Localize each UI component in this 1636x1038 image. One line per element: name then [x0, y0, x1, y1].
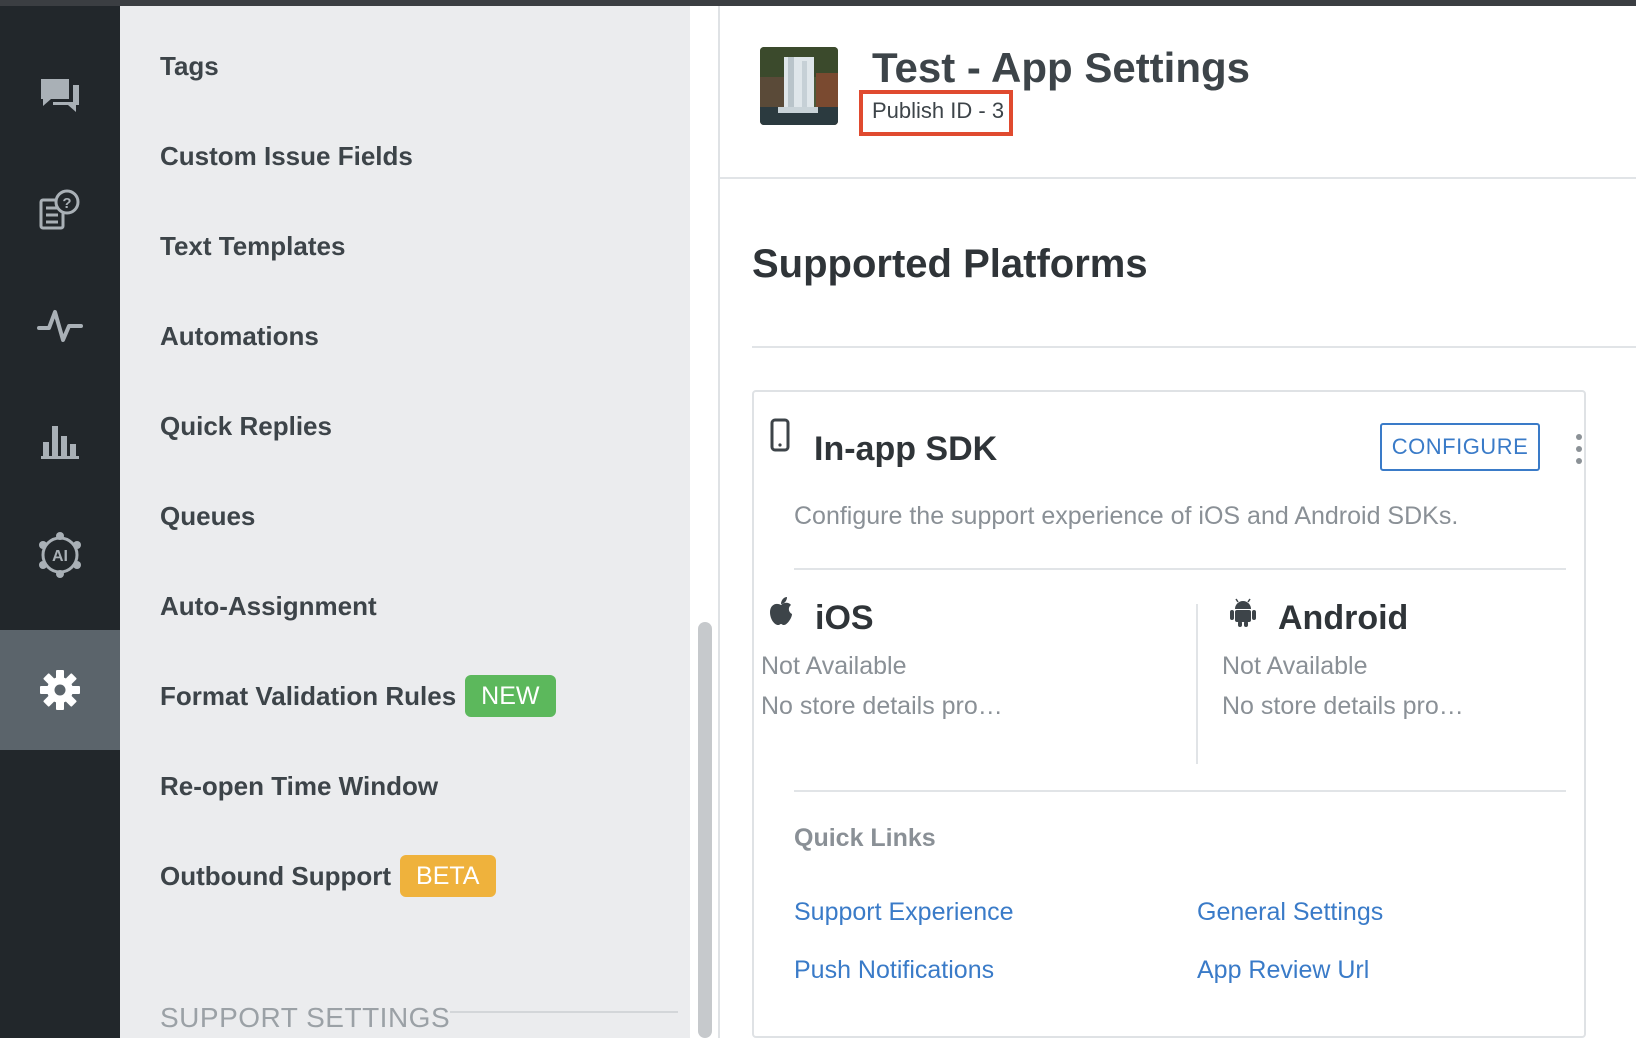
menu-item-tags[interactable]: Tags [160, 46, 219, 86]
card-divider [794, 568, 1566, 570]
link-push-notifications[interactable]: Push Notifications [794, 956, 994, 985]
ios-status: Not Available [761, 652, 907, 680]
analytics-icon [41, 426, 79, 459]
quick-links-title: Quick Links [794, 824, 936, 852]
rail-item-activity[interactable] [0, 266, 120, 386]
ios-title: iOS [815, 599, 874, 637]
apple-icon [770, 597, 792, 625]
menu-item-queues[interactable]: Queues [160, 496, 255, 536]
rail-item-analytics[interactable] [0, 380, 120, 500]
menu-item-custom-issue-fields[interactable]: Custom Issue Fields [160, 136, 413, 176]
more-options-icon[interactable] [1572, 432, 1586, 466]
rail-item-settings[interactable] [0, 630, 120, 750]
card-divider-2 [794, 790, 1566, 792]
faq-icon: ? [39, 189, 80, 230]
menu-item-reopen-time-window[interactable]: Re-open Time Window [160, 766, 438, 806]
link-general-settings[interactable]: General Settings [1197, 898, 1383, 927]
mobile-phone-icon [770, 418, 790, 452]
link-app-review-url[interactable]: App Review Url [1197, 956, 1369, 985]
menu-item-auto-assignment[interactable]: Auto-Assignment [160, 586, 377, 626]
support-settings-section-title: SUPPORT SETTINGS [160, 1002, 451, 1033]
chat-icon [41, 79, 79, 112]
app-thumbnail [760, 47, 838, 125]
link-support-experience[interactable]: Support Experience [794, 898, 1014, 927]
rail-item-faqs[interactable]: ? [0, 151, 120, 271]
menu-item-format-validation-rules[interactable]: Format Validation Rules NEW [160, 675, 556, 717]
platform-column-divider [1196, 604, 1198, 764]
android-status: Not Available [1222, 652, 1368, 680]
menu-item-automations[interactable]: Automations [160, 316, 319, 356]
sdk-card-title: In-app SDK [814, 430, 998, 468]
ai-icon: AI [39, 532, 81, 578]
icon-rail: ? AI [0, 6, 120, 1038]
supported-platforms-heading: Supported Platforms [752, 242, 1148, 286]
sdk-description: Configure the support experience of iOS … [794, 502, 1459, 530]
svg-text:AI: AI [52, 548, 68, 565]
header-divider [720, 177, 1636, 179]
section-divider-line [752, 346, 1636, 348]
android-title: Android [1278, 599, 1409, 637]
rail-item-conversations[interactable] [0, 36, 120, 156]
configure-button[interactable]: CONFIGURE [1380, 423, 1540, 471]
gear-icon [40, 670, 80, 710]
section-divider [450, 1011, 678, 1013]
menu-item-quick-replies[interactable]: Quick Replies [160, 406, 332, 446]
publish-id: Publish ID - 3 [872, 98, 1005, 123]
android-store-details: No store details pro… [1222, 692, 1464, 720]
menu-scrollbar[interactable] [698, 622, 712, 1038]
android-icon [1230, 598, 1256, 627]
rail-item-ai[interactable]: AI [0, 495, 120, 615]
beta-badge: BETA [400, 855, 496, 897]
settings-menu: Tags Custom Issue Fields Text Templates … [120, 6, 690, 1038]
app-settings-main: Test - App Settings Publish ID - 3 Suppo… [720, 6, 1636, 1038]
svg-text:?: ? [62, 195, 71, 212]
activity-icon [37, 310, 83, 342]
menu-item-outbound-support[interactable]: Outbound Support BETA [160, 855, 496, 897]
ios-store-details: No store details pro… [761, 692, 1003, 720]
menu-item-text-templates[interactable]: Text Templates [160, 226, 345, 266]
page-title: Test - App Settings [872, 44, 1250, 91]
new-badge: NEW [465, 675, 556, 717]
